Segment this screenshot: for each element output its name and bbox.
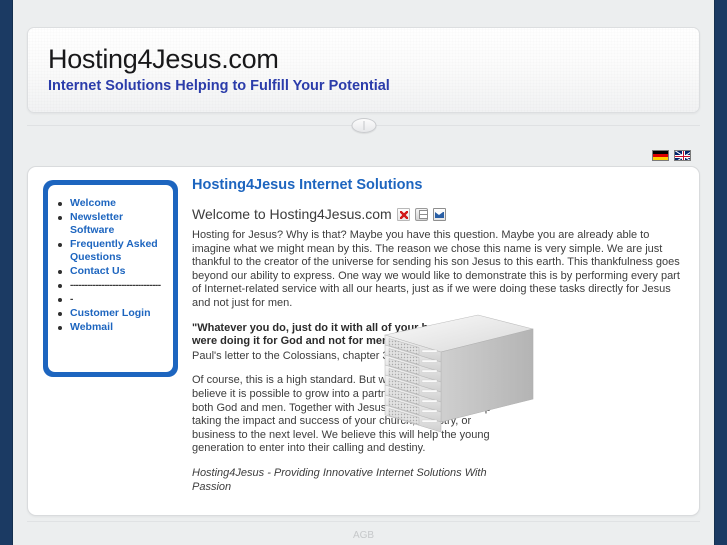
pdf-icon[interactable] xyxy=(396,207,410,221)
sidebar-item-contact-us[interactable]: Contact Us xyxy=(54,265,167,278)
sidebar-menu-box: Welcome Newsletter Software Frequently A… xyxy=(43,180,178,377)
sidebar-link-welcome[interactable]: Welcome xyxy=(70,197,116,209)
language-switcher xyxy=(652,150,691,161)
article-title: Hosting4Jesus Internet Solutions xyxy=(192,177,423,193)
sidebar-link-newsletter-software[interactable]: Newsletter Software xyxy=(70,211,123,236)
site-tagline: Internet Solutions Helping to Fulfill Yo… xyxy=(48,78,390,94)
english-flag-icon[interactable] xyxy=(674,150,691,161)
print-icon[interactable] xyxy=(414,207,428,221)
sidebar-dash-label: - xyxy=(70,294,73,305)
article-subtitle-row: Welcome to Hosting4Jesus.com xyxy=(192,206,687,222)
sidebar-link-contact-us[interactable]: Contact Us xyxy=(70,265,125,277)
sidebar-link-customer-login[interactable]: Customer Login xyxy=(70,307,151,319)
footer-link-agb[interactable]: AGB xyxy=(353,530,374,541)
sidebar-item-newsletter-software[interactable]: Newsletter Software xyxy=(54,211,167,237)
email-icon[interactable] xyxy=(432,207,446,221)
page-frame: Hosting4Jesus.com Internet Solutions Hel… xyxy=(13,0,714,545)
sidebar-link-webmail[interactable]: Webmail xyxy=(70,321,113,333)
collapse-toggle-handle[interactable] xyxy=(351,118,376,133)
sidebar-item-dash: - xyxy=(54,293,167,306)
site-header: Hosting4Jesus.com Internet Solutions Hel… xyxy=(27,27,700,113)
footer-rule xyxy=(27,521,700,522)
site-title: Hosting4Jesus.com xyxy=(48,44,279,74)
header-divider-zone xyxy=(27,113,700,141)
article-signature: Hosting4Jesus - Providing Innovative Int… xyxy=(192,466,487,493)
main-content-panel: Welcome Newsletter Software Frequently A… xyxy=(27,166,700,516)
sidebar-item-welcome[interactable]: Welcome xyxy=(54,197,167,210)
server-stack-image xyxy=(373,307,538,447)
sidebar-separator-label: -------------------------------- xyxy=(70,280,161,291)
sidebar-link-faq[interactable]: Frequently Asked Questions xyxy=(70,238,158,263)
sidebar-item-customer-login[interactable]: Customer Login xyxy=(54,307,167,320)
sidebar-separator: -------------------------------- xyxy=(54,279,167,292)
sidebar-item-webmail[interactable]: Webmail xyxy=(54,321,167,334)
footer: AGB xyxy=(27,525,700,543)
sidebar-item-faq[interactable]: Frequently Asked Questions xyxy=(54,238,167,264)
article-subtitle: Welcome to Hosting4Jesus.com xyxy=(192,206,392,222)
article-paragraph-1: Hosting for Jesus? Why is that? Maybe yo… xyxy=(192,229,680,309)
sidebar-menu-list: Welcome Newsletter Software Frequently A… xyxy=(54,197,167,334)
sidebar-menu-inner: Welcome Newsletter Software Frequently A… xyxy=(48,185,173,372)
german-flag-icon[interactable] xyxy=(652,150,669,161)
